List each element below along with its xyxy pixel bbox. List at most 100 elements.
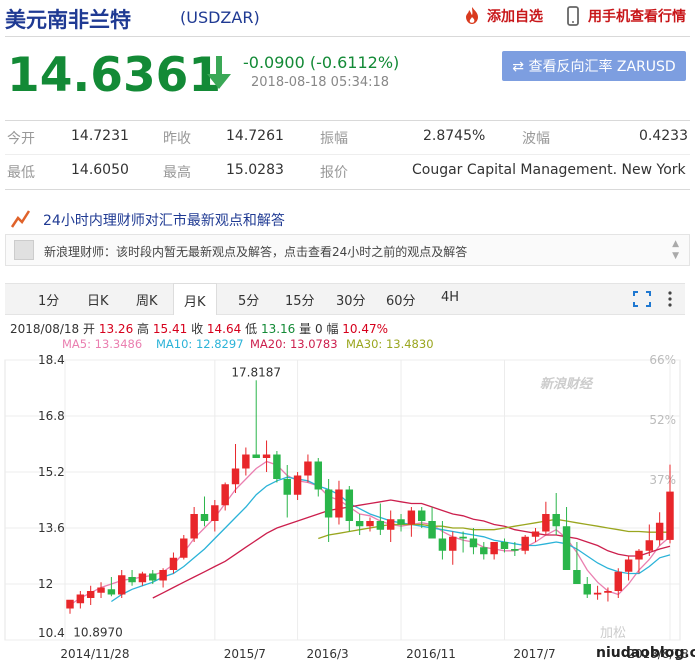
tab-60min[interactable]: 60分 (386, 290, 416, 309)
y-tick-label: 13.6 (38, 521, 65, 535)
y-right-tick-label: 66% (649, 353, 676, 367)
fullscreen-icon[interactable] (632, 290, 652, 308)
scroll-arrows-icon[interactable]: ▲ ▼ (672, 238, 679, 262)
advisor-message: 新浪理财师：该时段内暂无最新观点及解答，点击查看24小时之前的观点及解答 (44, 245, 468, 259)
y-right-tick-label: 37% (649, 473, 676, 487)
candle-body (449, 536, 457, 551)
volume-label: 量 (299, 322, 312, 336)
trend-icon (10, 210, 31, 228)
tab-weekly[interactable]: 周K (136, 290, 158, 309)
candle-body (149, 573, 157, 581)
candle-body (407, 510, 416, 525)
stat-prev-close-label: 昨收 (163, 131, 191, 147)
candle-body (511, 549, 519, 551)
candle-body (459, 536, 467, 539)
candle-body (107, 589, 116, 595)
candle-body (386, 519, 395, 530)
candle-body (593, 592, 602, 595)
candle-body (97, 587, 105, 593)
candle-body (624, 559, 633, 572)
tab-4h[interactable]: 4H (441, 290, 459, 305)
candle-body (583, 584, 591, 595)
candle-body (262, 454, 271, 458)
candle-body (231, 468, 240, 485)
stat-high-value: 15.0283 (226, 162, 284, 178)
more-icon[interactable] (665, 290, 675, 308)
advisor-notice[interactable]: 24小时内理财师对汇市最新观点和解答 (5, 204, 690, 232)
mobile-view-button[interactable]: 用手机查看行情 (563, 6, 686, 26)
reverse-rate-button[interactable]: ⇄ 查看反向汇率 ZARUSD (502, 51, 686, 81)
tab-5min[interactable]: 5分 (238, 290, 259, 309)
x-tick-label: 2016/3 (306, 647, 348, 661)
watermark-secondary: 加松 (600, 626, 627, 641)
candle-body (128, 577, 136, 583)
stat-quote-source-label: 报价 (320, 165, 348, 181)
tab-30min[interactable]: 30分 (336, 290, 366, 309)
high-value: 15.41 (152, 322, 188, 336)
candlestick-chart[interactable]: 10.4 12 13.6 15.2 16.8 18.4 37% 52% 66% 2014/11/2… (0, 345, 695, 663)
candle-body (66, 599, 74, 609)
candle-body (118, 575, 126, 595)
chart-tools (632, 288, 675, 308)
divider (5, 189, 690, 190)
candle-body (542, 514, 550, 532)
candle-body (573, 570, 581, 584)
open-value: 13.26 (98, 322, 134, 336)
candle-body (221, 484, 229, 506)
candle-body (614, 571, 622, 591)
candle-body (490, 542, 498, 555)
low-label: 低 (245, 322, 258, 336)
candle-body (480, 547, 488, 555)
candle-body (655, 522, 664, 541)
divider (5, 120, 690, 121)
advisor-message-box[interactable]: 新浪理财师：该时段内暂无最新观点及解答，点击查看24小时之前的观点及解答 ▲ ▼ (5, 234, 690, 266)
advisor-headline: 24小时内理财师对汇市最新观点和解答 (43, 213, 285, 229)
candle-body (293, 475, 302, 495)
add-watch-button[interactable]: 添加自选 (462, 6, 543, 26)
min-annotation: 10.8970 (73, 626, 123, 640)
tab-15min[interactable]: 15分 (285, 290, 315, 309)
candle-body (200, 514, 209, 521)
ohlc-readout: 2018/08/18 开 13.26 高 15.41 收 14.64 低 13.… (10, 320, 388, 337)
candle-body (324, 489, 333, 518)
candle-body (304, 461, 312, 476)
tab-daily[interactable]: 日K (87, 290, 109, 309)
candle-body (242, 454, 250, 469)
y-tick-label: 18.4 (38, 353, 65, 367)
y-right-tick-label: 52% (649, 413, 676, 427)
header-bar: 美元南非兰特 (USDZAR) 添加自选 用手机查看行情 (0, 0, 695, 36)
price-change: -0.0900 (-0.6112%) (243, 53, 400, 72)
candle-body (604, 591, 612, 593)
close-label: 收 (191, 322, 204, 336)
low-value: 13.16 (260, 322, 296, 336)
stat-low-value: 14.6050 (71, 162, 129, 178)
candle-body (469, 538, 478, 548)
stat-quote-source-value: Cougar Capital Management. New York (412, 162, 686, 178)
close-value: 14.64 (206, 322, 242, 336)
candle-body (211, 505, 219, 521)
amplitude-value: 10.47% (342, 322, 389, 336)
stat-high-label: 最高 (163, 165, 191, 181)
x-tick-label: 2016/11 (406, 647, 456, 661)
max-annotation: 17.8187 (231, 365, 281, 379)
candle-body (645, 540, 654, 551)
candle-body (562, 526, 571, 570)
candle-body (666, 491, 674, 540)
y-tick-label: 10.4 (38, 626, 65, 640)
y-tick-label: 16.8 (38, 409, 65, 423)
tab-monthly[interactable]: 月K (173, 283, 217, 315)
candle-body (273, 454, 281, 479)
candle-body (314, 461, 322, 490)
fire-icon (466, 7, 478, 24)
high-label: 高 (137, 322, 150, 336)
candle-body (345, 489, 354, 521)
candle-body (76, 594, 85, 604)
candle-body (428, 521, 436, 539)
stat-prev-close-value: 14.7261 (226, 128, 284, 144)
candle-body (635, 550, 643, 560)
tab-1min[interactable]: 1分 (38, 290, 59, 309)
stat-range-label: 波幅 (522, 131, 550, 147)
candle-body (438, 538, 447, 551)
stat-open-label: 今开 (7, 131, 35, 147)
candle-body (366, 521, 374, 527)
